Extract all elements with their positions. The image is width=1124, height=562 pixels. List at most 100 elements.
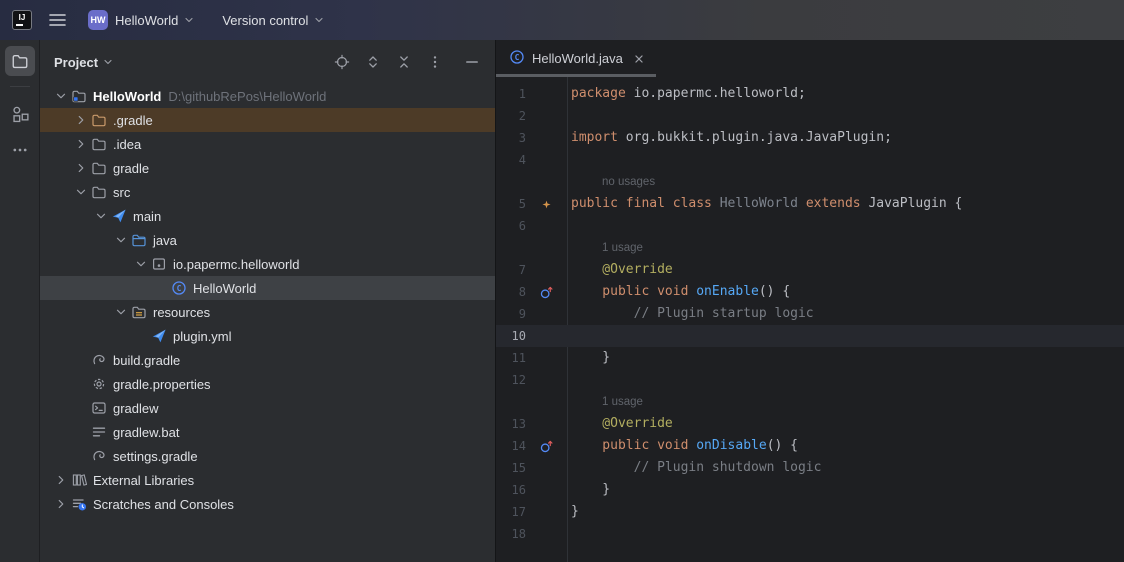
gutter-plugin-marker[interactable] [526,198,567,211]
terminal-icon [91,400,107,416]
tree-item-gradle-properties[interactable]: gradle.properties [40,372,495,396]
package-icon [151,256,167,272]
tree-item-gradlew[interactable]: gradlew [40,396,495,420]
project-panel-title-button[interactable]: Project [54,55,114,70]
collapse-all-button[interactable] [395,53,413,71]
line-number: 6 [496,219,526,233]
tree-item-label: Scratches and Consoles [93,497,234,512]
expand-all-button[interactable] [364,53,382,71]
project-tool-button[interactable] [5,46,35,76]
line-number: 15 [496,461,526,475]
code-line-8[interactable]: 8 public void onEnable() { [496,281,1124,303]
chevron-down-icon[interactable] [74,185,88,199]
project-widget-button[interactable]: HW HelloWorld [88,10,195,30]
code-segment-ann: @Override [571,262,673,277]
close-icon[interactable] [632,52,646,66]
tree-item-external-libraries[interactable]: External Libraries [40,468,495,492]
class-icon: C [171,280,187,296]
code-line-6[interactable]: 6 [496,215,1124,237]
code-text: @Override [567,413,673,435]
code-line-10[interactable]: 10 [496,325,1124,347]
code-line-2[interactable]: 2 [496,105,1124,127]
gutter-override-marker[interactable] [526,439,567,454]
tree-item-scratches-and-consoles[interactable]: Scratches and Consoles [40,492,495,516]
code-line-3[interactable]: 3import org.bukkit.plugin.java.JavaPlugi… [496,127,1124,149]
line-number: 1 [496,87,526,101]
structure-icon [11,105,29,123]
more-tool-windows-button[interactable] [5,135,35,165]
tree-item-main[interactable]: main [40,204,495,228]
tree-item-io-papermc-helloworld[interactable]: io.papermc.helloworld [40,252,495,276]
tree-item-gradle[interactable]: gradle [40,156,495,180]
code-editor[interactable]: 1package io.papermc.helloworld;23import … [496,77,1124,562]
tree-item-idea[interactable]: .idea [40,132,495,156]
svg-text:C: C [177,284,182,293]
code-line-13[interactable]: 13 @Override [496,413,1124,435]
tree-item-label: .gradle [113,113,153,128]
main-menu-button[interactable] [49,13,66,27]
tree-item-src[interactable]: src [40,180,495,204]
code-line-14[interactable]: 14 public void onDisable() { [496,435,1124,457]
code-line-12[interactable]: 12 [496,369,1124,391]
chevron-right-icon[interactable] [54,473,68,487]
code-line-18[interactable]: 18 [496,523,1124,545]
folder-tool-icon [11,52,29,70]
locate-icon [334,54,350,70]
code-line-9[interactable]: 9 // Plugin startup logic [496,303,1124,325]
code-line-7[interactable]: 7 @Override [496,259,1124,281]
chevron-down-icon[interactable] [94,209,108,223]
tree-item-java[interactable]: java [40,228,495,252]
usage-hint[interactable]: 1 usage [496,391,1124,413]
usage-hint[interactable]: 1 usage [496,237,1124,259]
twisty-spacer [72,400,90,416]
code-segment-plain: JavaPlugin { [868,196,962,211]
code-segment-dim: HelloWorld [720,196,806,211]
tree-item-settings-gradle[interactable]: settings.gradle [40,444,495,468]
tree-item-build-gradle[interactable]: build.gradle [40,348,495,372]
chevron-down-icon[interactable] [134,257,148,271]
code-line-17[interactable]: 17} [496,501,1124,523]
chevron-right-icon[interactable] [54,497,68,511]
code-line-16[interactable]: 16 } [496,479,1124,501]
gutter-override-marker[interactable] [526,285,567,300]
code-line-5[interactable]: 5public final class HelloWorld extends J… [496,193,1124,215]
tree-item-resources[interactable]: resources [40,300,495,324]
code-segment-comment: // Plugin shutdown logic [571,460,821,475]
hide-panel-button[interactable] [463,53,481,71]
chevron-right-icon[interactable] [74,113,88,127]
intellij-logo-underline [16,24,23,26]
options-menu-button[interactable] [426,53,444,71]
tab-helloworld-java[interactable]: C HelloWorld.java [496,40,656,77]
tree-item-helloworld[interactable]: HelloWorldD:\githubRePos\HelloWorld [40,84,495,108]
version-control-button[interactable]: Version control [222,13,325,28]
code-line-1[interactable]: 1package io.papermc.helloworld; [496,83,1124,105]
project-panel-header: Project [40,40,495,84]
structure-tool-button[interactable] [5,99,35,129]
folder-icon [91,184,107,200]
line-number: 11 [496,351,526,365]
override-marker-icon[interactable] [539,439,554,454]
tree-item-gradlew-bat[interactable]: gradlew.bat [40,420,495,444]
chevron-down-icon[interactable] [114,233,128,247]
override-marker-icon[interactable] [539,285,554,300]
intellij-logo-icon[interactable]: IJ [12,10,32,30]
code-line-15[interactable]: 15 // Plugin shutdown logic [496,457,1124,479]
plugin-marker-icon[interactable] [540,198,553,211]
tree-item-helloworld[interactable]: CHelloWorld [40,276,495,300]
usage-hint[interactable]: no usages [496,171,1124,193]
tree-item-label: settings.gradle [113,449,198,464]
tree-item-plugin-yml[interactable]: plugin.yml [40,324,495,348]
tree-item-gradle[interactable]: .gradle [40,108,495,132]
chevron-right-icon[interactable] [74,161,88,175]
chevron-down-icon[interactable] [114,305,128,319]
locate-file-button[interactable] [333,53,351,71]
code-line-4[interactable]: 4 [496,149,1124,171]
more-h-icon [11,141,29,159]
twisty-spacer [152,280,170,296]
chevron-right-icon[interactable] [74,137,88,151]
gear-icon [91,376,107,392]
code-line-11[interactable]: 11 } [496,347,1124,369]
chevron-down-icon[interactable] [54,89,68,103]
code-text: // Plugin shutdown logic [567,457,821,479]
usage-hint-label: 1 usage [602,391,643,413]
